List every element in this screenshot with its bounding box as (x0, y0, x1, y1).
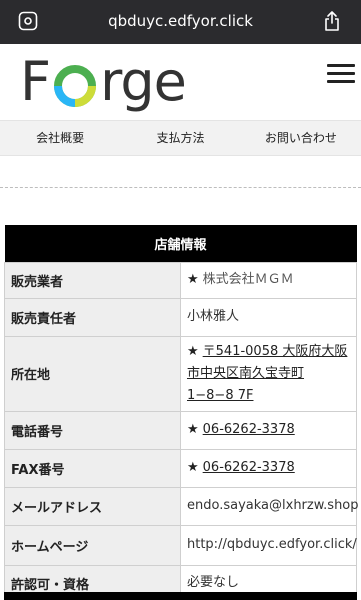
star-icon: ★ (187, 422, 199, 437)
table-row: ホームページ http://qbduyc.edfyor.click/ (4, 524, 357, 566)
table-row: メールアドレス endo.sayaka@lxhrzw.shop (4, 486, 359, 526)
table-title: 店舗情報 (4, 225, 357, 262)
row-value-manager: 小林雅人 (180, 297, 357, 337)
table-row: 所在地 ★ 〒541-0058 大阪府大阪市中央区南久宝寺町1−8−8 7F (4, 335, 357, 412)
table-row: FAX番号 ★ 06-6262-3378 (4, 448, 357, 488)
row-label: 販売業者 (4, 261, 181, 299)
row-value-fax: ★ 06-6262-3378 (180, 448, 357, 488)
phone-link[interactable]: 06-6262-3378 (203, 422, 295, 437)
browser-url-bar: qbduyc.edfyor.click (0, 0, 361, 44)
store-info-table: 店舗情報 販売業者 ★ 株式会社ＭＧＭ 販売責任者 小林雅人 所在地 ★ 〒541-… (4, 225, 359, 600)
hamburger-menu-icon[interactable] (327, 64, 355, 86)
row-label: 電話番号 (4, 410, 181, 450)
email-link[interactable]: endo.sayaka@lxhrzw.shop (180, 486, 359, 526)
row-label: 販売責任者 (4, 297, 181, 337)
row-label: ホームページ (4, 524, 181, 566)
site-header: F rge (0, 44, 361, 120)
table-row: 販売業者 ★ 株式会社ＭＧＭ (4, 261, 357, 299)
star-icon: ★ (187, 272, 199, 287)
table-row: 販売責任者 小林雅人 (4, 297, 357, 337)
row-value-address: ★ 〒541-0058 大阪府大阪市中央区南久宝寺町1−8−8 7F (180, 335, 357, 412)
main-nav: 会社概要 支払方法 お問い合わせ (0, 120, 361, 156)
homepage-link[interactable]: http://qbduyc.edfyor.click/ (180, 524, 357, 566)
logo-letters-rge: rge (100, 50, 187, 113)
star-icon: ★ (187, 343, 199, 359)
logo-letter-f: F (20, 50, 51, 113)
row-label: 所在地 (4, 335, 181, 412)
site-logo[interactable]: F rge (20, 50, 187, 114)
row-value-phone: ★ 06-6262-3378 (180, 410, 357, 450)
table-row: 電話番号 ★ 06-6262-3378 (4, 410, 357, 450)
row-value-seller: ★ 株式会社ＭＧＭ (180, 261, 357, 299)
nav-item-company[interactable]: 会社概要 (0, 121, 120, 155)
url-address[interactable]: qbduyc.edfyor.click (60, 11, 301, 31)
star-icon: ★ (187, 460, 199, 475)
nav-item-contact[interactable]: お問い合わせ (241, 121, 361, 155)
row-label: FAX番号 (4, 448, 181, 488)
page-settings-icon[interactable] (18, 11, 38, 31)
row-label: メールアドレス (4, 486, 181, 526)
table-footer-bar (4, 592, 357, 600)
address-link[interactable]: 〒541-0058 大阪府大阪市中央区南久宝寺町1−8−8 7F (187, 344, 347, 403)
share-icon[interactable] (323, 10, 341, 32)
nav-item-payment[interactable]: 支払方法 (120, 121, 240, 155)
fax-link[interactable]: 06-6262-3378 (203, 460, 295, 475)
dashed-divider (0, 187, 361, 188)
logo-ring-icon (54, 65, 97, 107)
